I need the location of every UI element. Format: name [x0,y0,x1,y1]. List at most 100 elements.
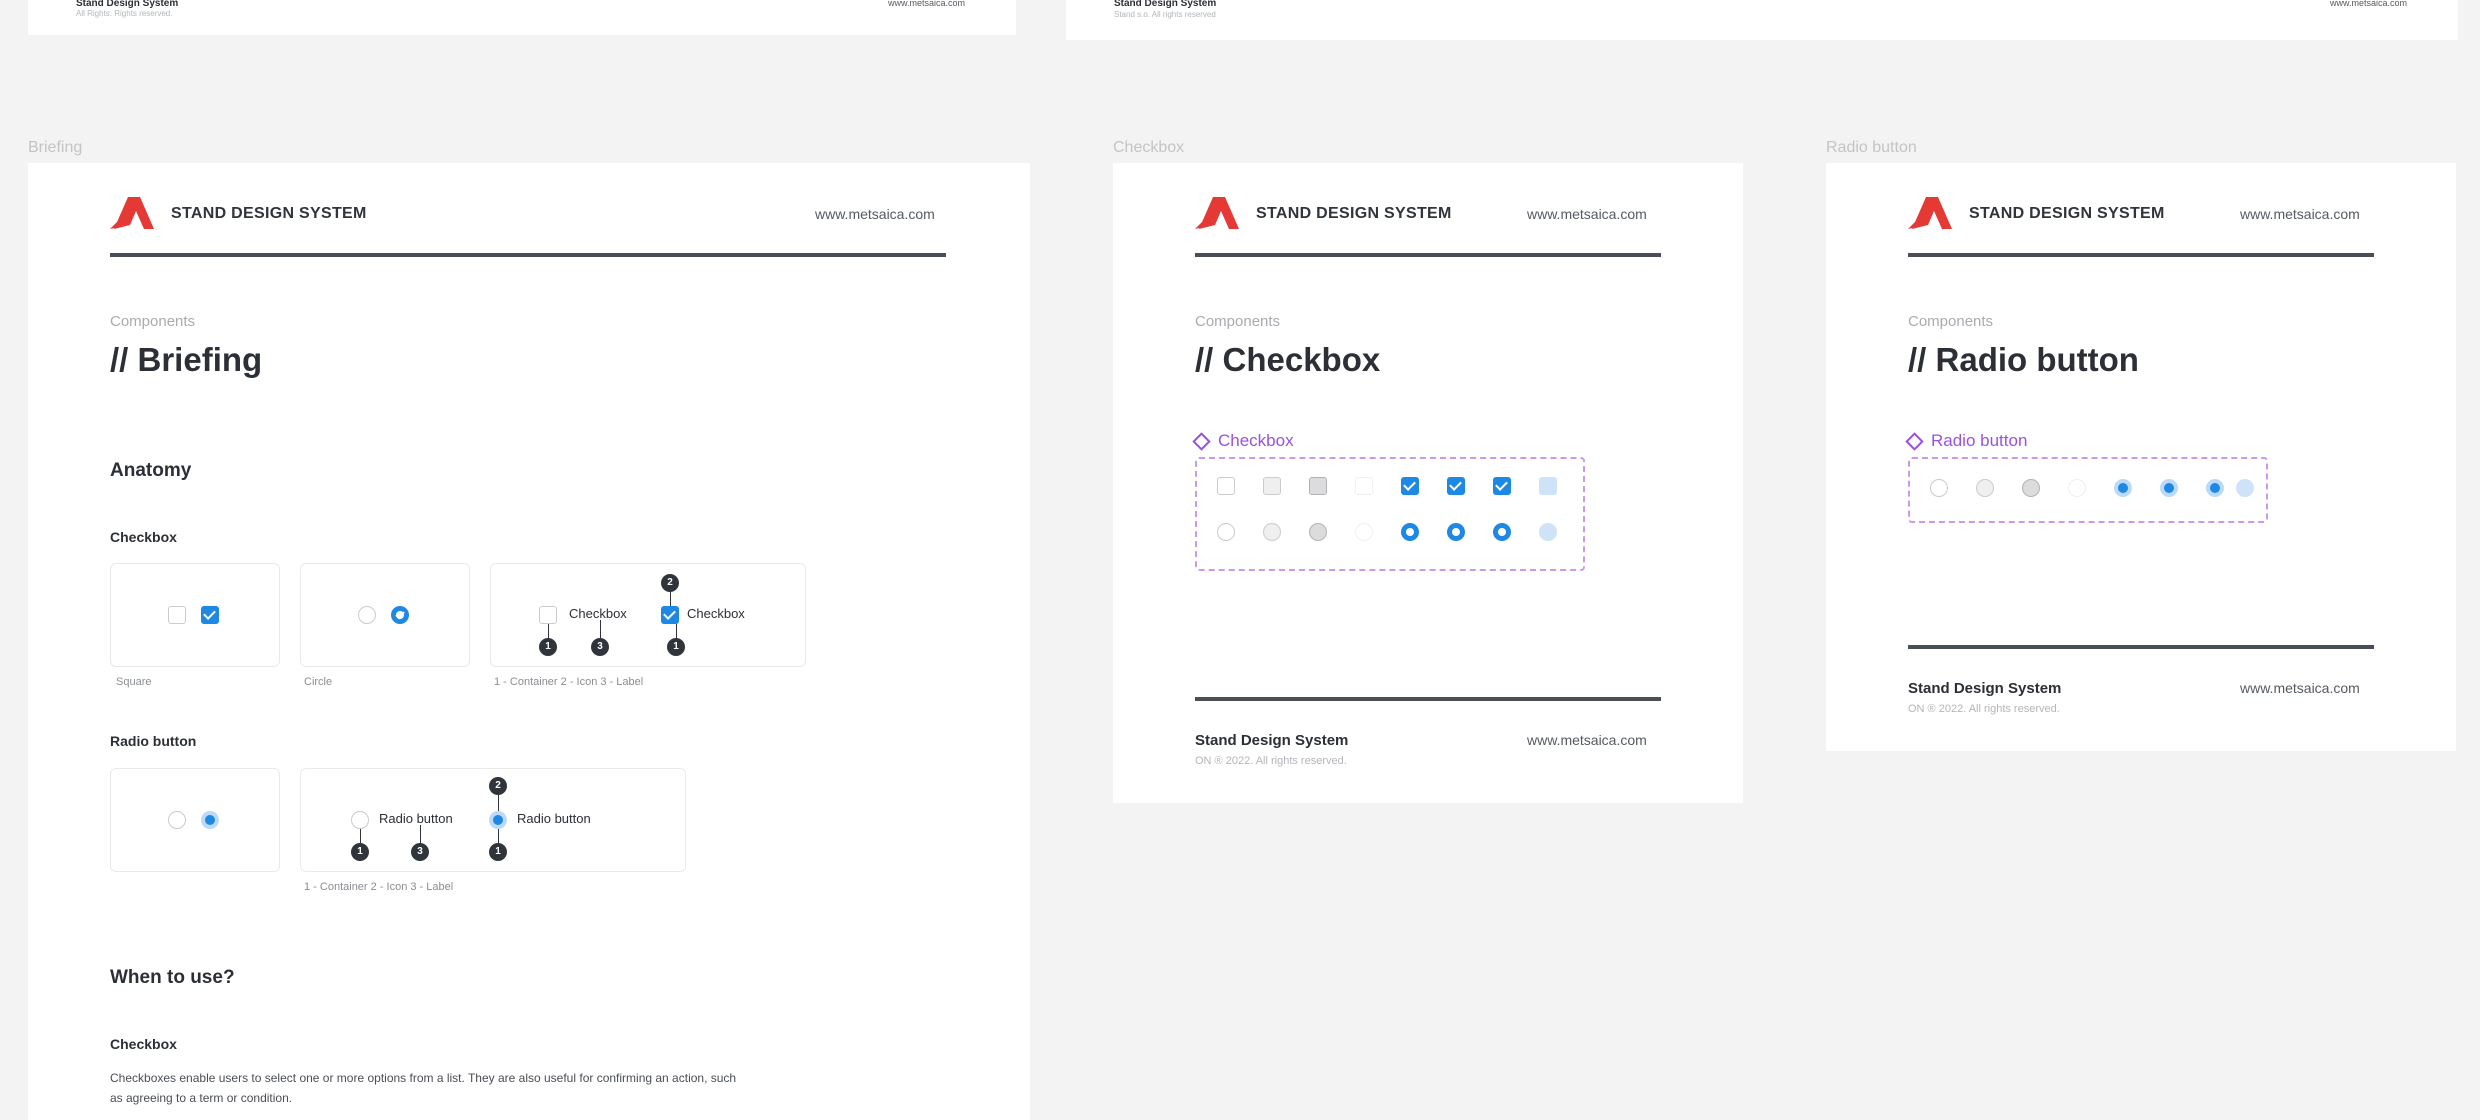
variant-square-checked-pressed[interactable] [1493,477,1511,495]
component-set-title[interactable]: Checkbox [1192,431,1294,451]
frame-label-radio[interactable]: Radio button [1826,139,1917,157]
radio-variants-box[interactable] [1908,457,2268,523]
brand-name: STAND DESIGN SYSTEM [1256,205,1452,222]
page-eyebrow: Components [1195,313,1281,330]
brand-name: STAND DESIGN SYSTEM [171,205,367,222]
checkbox-anatomy-card: Checkbox Checkbox 2 1 3 1 [490,563,806,667]
variant-circle-pressed[interactable] [1309,523,1327,541]
footer-rule [1195,697,1661,701]
check-icon [395,611,405,620]
anatomy-checkbox-checked[interactable] [661,606,679,624]
frame-label-briefing[interactable]: Briefing [28,139,82,157]
when-checkbox-text-1: Checkboxes enable users to select one or… [110,1071,737,1085]
anatomy-leader [676,624,677,638]
variant-circle-checked-disabled[interactable] [1539,523,1557,541]
brand-logo-icon [110,197,154,229]
top-left-footer-url: www.metsaica.com [888,0,966,8]
footer-rule [1908,645,2374,649]
radio-unselected-sample[interactable] [168,811,186,829]
brand-url[interactable]: www.metsaica.com [815,206,935,222]
anatomy-radio-selected[interactable] [489,811,507,829]
variant-radio-disabled[interactable] [2068,479,2086,497]
radio-frame: STAND DESIGN SYSTEM www.metsaica.com Com… [1826,163,2456,751]
variant-circle-checked-pressed[interactable] [1493,523,1511,541]
page-title: // Radio button [1908,341,2139,378]
variant-square-checked-disabled[interactable] [1539,477,1557,495]
checkbox-unchecked-sample[interactable] [168,606,186,624]
component-diamond-icon [1905,432,1924,451]
radio-selected-sample[interactable] [201,811,219,829]
radio-badge-1: 1 [351,843,369,861]
variant-radio-selected[interactable] [2114,479,2132,497]
brand-url[interactable]: www.metsaica.com [2240,206,2360,222]
anatomy-radio-label-a: Radio button [379,811,453,826]
component-set-label: Radio button [1931,431,2028,450]
radio-badge-3: 3 [411,843,429,861]
anatomy-badge-3: 3 [591,638,609,656]
variant-radio-pressed[interactable] [2022,479,2040,497]
variant-radio-selected-disabled[interactable] [2236,479,2254,497]
variant-square-hover[interactable] [1263,477,1281,495]
anatomy-badge-1: 1 [539,638,557,656]
when-to-use-heading: When to use? [110,967,235,988]
brand-name: STAND DESIGN SYSTEM [1969,205,2165,222]
radio-sample-card [110,768,280,872]
top-right-footer-sub: Stand s.o. All rights reserved [1114,10,1216,19]
anatomy-badge-top: 2 [661,574,679,592]
circle-unchecked-sample[interactable] [358,606,376,624]
anatomy-radio-label-b: Radio button [517,811,591,826]
brand-logo-icon [1908,197,1952,229]
anatomy-heading: Anatomy [110,460,192,481]
variant-circle-default[interactable] [1217,523,1235,541]
variant-square-checked-hover[interactable] [1447,477,1465,495]
variant-circle-checked-hover[interactable] [1447,523,1465,541]
variant-square-checked[interactable] [1401,477,1419,495]
checkbox-variants-box[interactable] [1195,457,1585,571]
radio-leader [498,829,499,843]
radio-badge-top: 2 [489,777,507,795]
variant-radio-hover[interactable] [1976,479,1994,497]
footer-sub: ON ® 2022. All rights reserved. [1195,755,1347,767]
top-right-footer-url: www.metsaica.com [2330,0,2408,8]
page-eyebrow: Components [110,313,196,330]
anatomy-checkbox-label-a: Checkbox [569,606,627,621]
footer-url[interactable]: www.metsaica.com [2240,680,2360,696]
anatomy-leader [670,592,671,606]
anatomy-leader [600,620,601,638]
variant-square-pressed[interactable] [1309,477,1327,495]
footer-title: Stand Design System [1908,680,2062,697]
variant-circle-disabled[interactable] [1355,523,1373,541]
checkbox-checked-sample[interactable] [201,606,219,624]
circle-checked-sample[interactable] [391,606,409,624]
radio-leader [360,829,361,843]
variant-radio-selected-pressed[interactable] [2206,479,2224,497]
radio-leader [498,795,499,811]
checkbox-circle-card [300,563,470,667]
variant-square-default[interactable] [1217,477,1235,495]
frame-label-checkbox[interactable]: Checkbox [1113,139,1184,157]
when-checkbox-text-2: as agreeing to a term or condition. [110,1091,293,1105]
radio-anatomy-legend: 1 - Container 2 - Icon 3 - Label [304,881,454,893]
component-diamond-icon [1192,432,1211,451]
variant-circle-checked[interactable] [1401,523,1419,541]
page-title: // Briefing [110,341,263,378]
anatomy-radio-unselected[interactable] [351,811,369,829]
top-frame-right: Stand Design System Stand s.o. All right… [1066,0,2458,40]
component-set-title[interactable]: Radio button [1905,431,2028,451]
radio-anatomy-card: Radio button Radio button 2 1 3 1 [300,768,686,872]
top-right-footer-title: Stand Design System [1114,0,1217,9]
checkbox-anatomy-legend: 1 - Container 2 - Icon 3 - Label [494,676,644,688]
variant-radio-selected-hover[interactable] [2160,479,2178,497]
brand-url[interactable]: www.metsaica.com [1527,206,1647,222]
header-rule [1908,253,2374,257]
radio-badge-1b: 1 [489,843,507,861]
anatomy-checkbox-unchecked[interactable] [539,606,557,624]
variant-square-disabled[interactable] [1355,477,1373,495]
variant-circle-hover[interactable] [1263,523,1281,541]
caption-circle: Circle [304,676,333,688]
header-rule [110,253,946,257]
variant-radio-default[interactable] [1930,479,1948,497]
footer-sub: ON ® 2022. All rights reserved. [1908,703,2060,715]
anatomy-checkbox-label-b: Checkbox [687,606,745,621]
footer-url[interactable]: www.metsaica.com [1527,732,1647,748]
